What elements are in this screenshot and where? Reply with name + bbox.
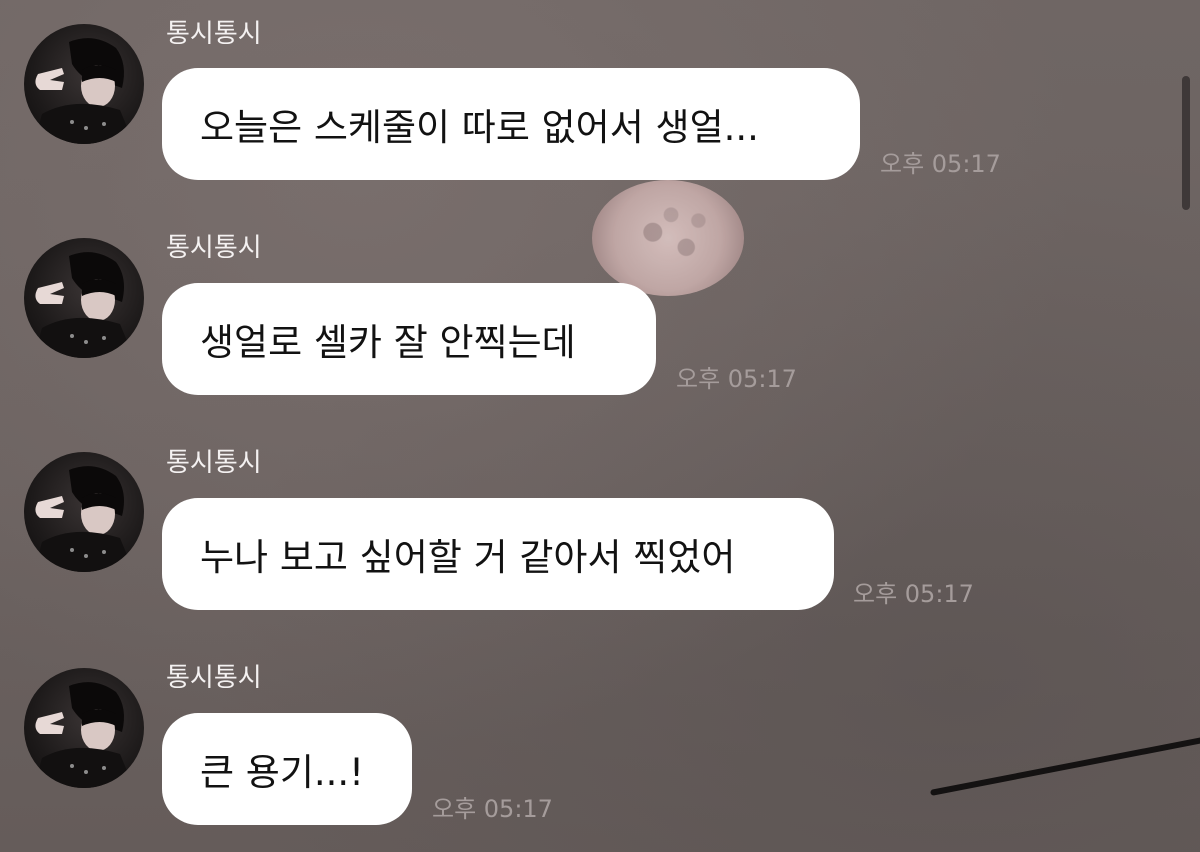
message-bubble[interactable]: 오늘은 스케줄이 따로 없어서 생얼... (162, 68, 860, 180)
message-timestamp: 오후 05:17 (432, 795, 553, 823)
avatar-photo-icon (34, 682, 134, 788)
avatar[interactable] (24, 452, 144, 572)
avatar-photo-icon (34, 466, 134, 572)
sender-name: 통시통시 (166, 19, 262, 49)
message-bubble[interactable]: 생얼로 셀카 잘 안찍는데 (162, 283, 656, 395)
moon-image (592, 180, 744, 296)
sender-name: 통시통시 (166, 233, 262, 263)
avatar-photo-icon (34, 252, 134, 358)
avatar[interactable] (24, 24, 144, 144)
message-timestamp: 오후 05:17 (853, 580, 974, 608)
sender-name: 통시통시 (166, 663, 262, 693)
sender-name: 통시통시 (166, 448, 262, 478)
message-timestamp: 오후 05:17 (676, 365, 797, 393)
message-bubble[interactable]: 큰 용기...! (162, 713, 412, 825)
avatar[interactable] (24, 238, 144, 358)
scrollbar[interactable] (1182, 76, 1190, 210)
avatar-photo-icon (34, 38, 134, 144)
message-timestamp: 오후 05:17 (880, 150, 1001, 178)
message-bubble[interactable]: 누나 보고 싶어할 거 같아서 찍었어 (162, 498, 834, 610)
avatar[interactable] (24, 668, 144, 788)
